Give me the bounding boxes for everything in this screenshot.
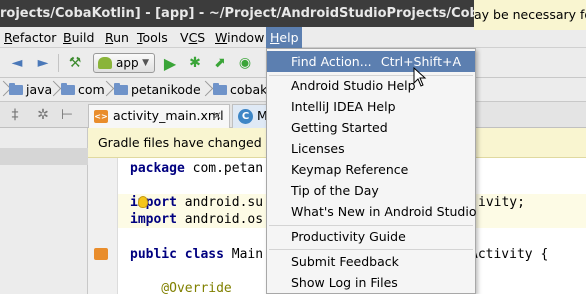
breadcrumb-petanikode[interactable]: petanikode — [111, 80, 201, 100]
close-icon[interactable]: ✕ — [212, 105, 222, 127]
code-line-override: @Override — [130, 280, 232, 294]
menu-help[interactable]: Help — [266, 27, 302, 48]
run-play-icon[interactable]: ▶ — [161, 54, 179, 73]
menu-build[interactable]: Build — [59, 27, 98, 48]
menu-item-submit-feedback[interactable]: Submit Feedback — [267, 251, 475, 272]
menu-item-keymap-reference[interactable]: Keymap Reference — [267, 159, 475, 180]
menu-build-label: Build — [63, 30, 95, 45]
editor-gutter — [88, 158, 118, 294]
code-token: Main — [231, 247, 264, 262]
menu-item-label: Show Log in Files — [291, 275, 398, 290]
menu-item-licenses[interactable]: Licenses — [267, 138, 475, 159]
project-tool-window[interactable] — [0, 128, 88, 294]
menu-separator — [269, 249, 473, 250]
xml-file-icon: <> — [94, 110, 108, 123]
menu-item-label: Android Studio Help — [291, 78, 416, 93]
notification-text-tail: ay be necessary for th — [474, 7, 586, 22]
menu-item-label: Licenses — [291, 141, 345, 156]
menu-item-android-studio-help[interactable]: Android Studio Help — [267, 75, 475, 96]
collapse-split-icon[interactable]: ‡ — [6, 106, 24, 124]
help-dropdown-menu: Find Action... Ctrl+Shift+A Android Stud… — [266, 48, 477, 294]
gear-icon[interactable]: ✲ — [34, 106, 52, 124]
code-token: import — [130, 212, 185, 227]
menu-item-show-log[interactable]: Show Log in Files — [267, 272, 475, 293]
code-line-class-tail: Activity { — [470, 246, 548, 263]
forward-arrow-icon[interactable]: ► — [34, 54, 52, 72]
breadcrumb-label: petanikode — [131, 82, 201, 97]
code-line-import-support: import android.su — [130, 194, 263, 211]
gradle-sync-notification-tail: ay be necessary for th — [474, 0, 586, 30]
code-line-import-os: import android.os — [130, 211, 263, 228]
breadcrumb-separator — [202, 80, 210, 100]
menu-refactor-label: Refactor — [4, 30, 57, 45]
menu-item-productivity-guide[interactable]: Productivity Guide — [267, 226, 475, 247]
android-icon — [98, 57, 112, 69]
tab-label: activity_main.xml — [113, 108, 224, 123]
lightbulb-icon[interactable] — [138, 196, 148, 208]
code-token: ivity; — [478, 195, 525, 210]
menu-item-tip-of-the-day[interactable]: Tip of the Day — [267, 180, 475, 201]
menu-item-label: Submit Feedback — [291, 254, 399, 269]
menu-run[interactable]: Run — [101, 27, 133, 48]
folder-icon — [61, 83, 75, 95]
folder-icon — [9, 83, 23, 95]
menu-window-label: Window — [215, 30, 265, 45]
code-token: public class — [130, 247, 232, 262]
notification-text: Gradle files have changed sinc — [98, 135, 291, 150]
menu-window[interactable]: Window — [211, 27, 268, 48]
toolbar-separator — [58, 54, 59, 72]
attach-debugger-icon[interactable]: ⬈ — [211, 54, 229, 72]
menu-item-label: Getting Started — [291, 120, 388, 135]
menu-bar: Refactor Build Run Tools VCS Window Help — [0, 27, 586, 48]
menu-item-intellij-help[interactable]: IntelliJ IDEA Help — [267, 96, 475, 117]
folder-icon — [213, 83, 227, 95]
run-config-label: app — [116, 56, 139, 70]
menu-item-label: What's New in Android Studio — [291, 204, 477, 219]
menu-help-label: Help — [270, 30, 299, 45]
code-line-package: package com.petan — [130, 160, 263, 177]
code-token: package — [130, 161, 193, 176]
layout-link-icon[interactable] — [94, 248, 108, 260]
code-token: com.petan — [192, 161, 264, 176]
menu-tools-label: Tools — [137, 30, 168, 45]
code-token: @Override — [130, 281, 232, 294]
back-arrow-icon[interactable]: ◄ — [8, 54, 26, 72]
class-file-icon: C — [238, 109, 253, 124]
code-line-class: public class Main — [130, 246, 263, 263]
breadcrumb-separator — [103, 80, 111, 100]
code-token: android.os — [184, 212, 264, 227]
mouse-pointer-icon — [413, 67, 427, 87]
folder-icon — [114, 83, 128, 95]
menu-item-label: Tip of the Day — [291, 183, 379, 198]
breadcrumb-java[interactable]: java — [6, 80, 52, 100]
menu-tools[interactable]: Tools — [133, 27, 172, 48]
run-configuration-dropdown[interactable]: app ▼ — [93, 53, 155, 73]
menu-refactor[interactable]: Refactor — [0, 27, 60, 48]
make-project-hammer-icon[interactable]: ⚒ — [66, 54, 84, 72]
menu-item-label: Keymap Reference — [291, 162, 409, 177]
breadcrumb-cobakotlin[interactable]: cobako — [210, 80, 275, 100]
menu-vcs[interactable]: VCS — [176, 27, 209, 48]
menu-item-getting-started[interactable]: Getting Started — [267, 117, 475, 138]
debug-bug-icon[interactable]: ✱ — [186, 54, 204, 72]
code-token: android.su — [184, 195, 264, 210]
menu-run-label: Run — [105, 30, 129, 45]
code-line-import-support-tail: ivity; — [478, 194, 525, 211]
selected-tree-row[interactable] — [0, 148, 88, 165]
tab-activity-main-xml[interactable]: <> activity_main.xml ✕ — [88, 104, 230, 128]
menu-item-whats-new[interactable]: What's New in Android Studio — [267, 201, 477, 222]
profile-icon[interactable]: ◉ — [236, 54, 254, 72]
hide-panel-icon[interactable]: ⊢ — [58, 106, 76, 124]
breadcrumb-com[interactable]: com — [58, 80, 105, 100]
menu-item-find-action[interactable]: Find Action... Ctrl+Shift+A — [267, 51, 475, 72]
menu-vcs-label: VCS — [180, 30, 206, 45]
chevron-down-icon: ▼ — [142, 58, 149, 68]
code-token: Activity { — [470, 247, 549, 262]
menu-item-label: IntelliJ IDEA Help — [291, 99, 396, 114]
breadcrumb-separator — [50, 80, 58, 100]
menu-item-label: Find Action... — [291, 54, 372, 69]
menu-item-label: Productivity Guide — [291, 229, 406, 244]
